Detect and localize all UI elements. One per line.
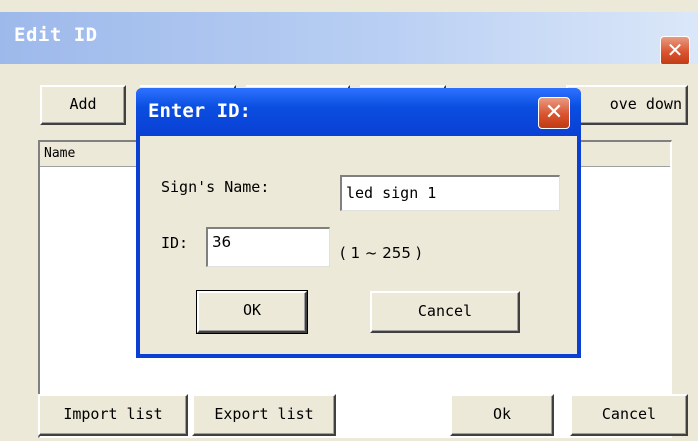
id-label: ID: bbox=[161, 234, 189, 252]
id-input[interactable]: 36 bbox=[206, 227, 330, 267]
column-header-name[interactable]: Name bbox=[40, 142, 144, 166]
sign-name-input[interactable]: led sign 1 bbox=[340, 175, 560, 211]
add-button[interactable]: Add bbox=[40, 85, 126, 125]
move-down-button[interactable]: ove down bbox=[566, 85, 688, 125]
edit-id-titlebar[interactable]: Edit ID ✕ bbox=[0, 12, 698, 66]
enter-id-dialog: Enter ID: ✕ Sign's Name: led sign 1 ID: … bbox=[136, 88, 581, 358]
import-list-button[interactable]: Import list bbox=[38, 394, 188, 436]
enter-id-close-button[interactable]: ✕ bbox=[538, 97, 570, 129]
cancel-button[interactable]: Cancel bbox=[570, 394, 688, 436]
enter-id-title: Enter ID: bbox=[148, 100, 251, 122]
edit-id-close-button[interactable]: ✕ bbox=[660, 36, 690, 66]
id-range-hint: ( 1 ~ 255 ) bbox=[340, 244, 422, 262]
edit-id-title: Edit ID bbox=[14, 24, 98, 46]
sign-name-label: Sign's Name: bbox=[161, 178, 270, 196]
export-list-button[interactable]: Export list bbox=[192, 394, 336, 436]
close-icon: ✕ bbox=[666, 38, 684, 62]
enter-id-titlebar[interactable]: Enter ID: ✕ bbox=[136, 88, 581, 136]
ok-button[interactable]: Ok bbox=[450, 394, 554, 436]
enter-id-ok-button[interactable]: OK bbox=[196, 290, 308, 334]
enter-id-body: Sign's Name: led sign 1 ID: 36 ( 1 ~ 255… bbox=[140, 136, 577, 354]
enter-id-cancel-button[interactable]: Cancel bbox=[370, 291, 520, 333]
close-icon: ✕ bbox=[544, 100, 564, 125]
